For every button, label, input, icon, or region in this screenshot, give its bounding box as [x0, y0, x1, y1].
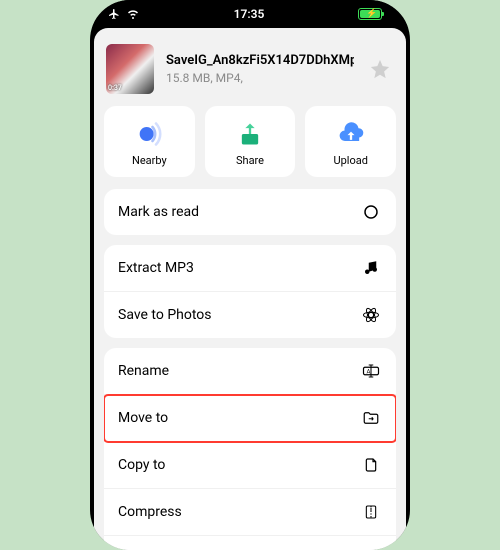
circle-icon: [360, 201, 382, 223]
move-to-label: Move to: [118, 410, 168, 426]
status-bar: 17:35 ⚡: [90, 0, 410, 28]
music-icon: [360, 257, 382, 279]
extract-mp3-label: Extract MP3: [118, 260, 194, 276]
copy-to-label: Copy to: [118, 457, 165, 473]
airplane-icon: [108, 8, 120, 20]
compress-label: Compress: [118, 504, 182, 520]
upload-button[interactable]: Upload: [305, 106, 396, 177]
mark-as-read-label: Mark as read: [118, 204, 199, 220]
duplicate-row[interactable]: Duplicate: [104, 536, 396, 550]
battery-icon: ⚡: [358, 8, 382, 20]
upload-icon: [336, 120, 366, 148]
save-to-photos-label: Save to Photos: [118, 307, 212, 323]
wifi-icon: [126, 8, 140, 20]
favorite-button[interactable]: [366, 55, 394, 83]
primary-actions: Nearby Share Upload: [94, 106, 406, 189]
document-icon: [360, 454, 382, 476]
file-name: SaveIG_An8kzFi5X14D7DDhXMphRfwQ_DteM6vka…: [166, 53, 354, 69]
save-to-photos-row[interactable]: Save to Photos: [104, 292, 396, 338]
rename-row[interactable]: Rename A: [104, 348, 396, 395]
photos-icon: [360, 304, 382, 326]
nearby-label: Nearby: [132, 154, 167, 167]
rename-label: Rename: [118, 363, 169, 379]
star-icon: [369, 58, 391, 80]
nearby-button[interactable]: Nearby: [104, 106, 195, 177]
share-icon: [236, 120, 264, 148]
compress-row[interactable]: Compress: [104, 489, 396, 536]
extract-mp3-row[interactable]: Extract MP3: [104, 245, 396, 292]
copy-to-row[interactable]: Copy to: [104, 442, 396, 489]
video-thumbnail[interactable]: 0:37: [106, 44, 154, 94]
folder-arrow-icon: [360, 407, 382, 429]
nearby-icon: [135, 120, 163, 148]
menu-list: Mark as read Extract MP3 Save to Photos: [94, 189, 406, 550]
rename-icon: A: [360, 360, 382, 382]
svg-text:A: A: [367, 368, 371, 375]
mark-as-read-row[interactable]: Mark as read: [104, 189, 396, 235]
upload-label: Upload: [333, 154, 367, 167]
video-duration: 0:37: [108, 84, 122, 92]
action-sheet: 0:37 SaveIG_An8kzFi5X14D7DDhXMphRfwQ_Dte…: [94, 28, 406, 550]
share-button[interactable]: Share: [205, 106, 296, 177]
file-meta: 15.8 MB, MP4,: [166, 71, 354, 85]
file-header: 0:37 SaveIG_An8kzFi5X14D7DDhXMphRfwQ_Dte…: [94, 44, 406, 106]
status-time: 17:35: [234, 7, 265, 21]
compress-icon: [360, 501, 382, 523]
move-to-row[interactable]: Move to: [104, 395, 396, 442]
phone-frame: 17:35 ⚡ 0:37 SaveIG_An8kzFi5X14D7DDhXMph…: [90, 0, 410, 550]
share-label: Share: [236, 154, 264, 167]
